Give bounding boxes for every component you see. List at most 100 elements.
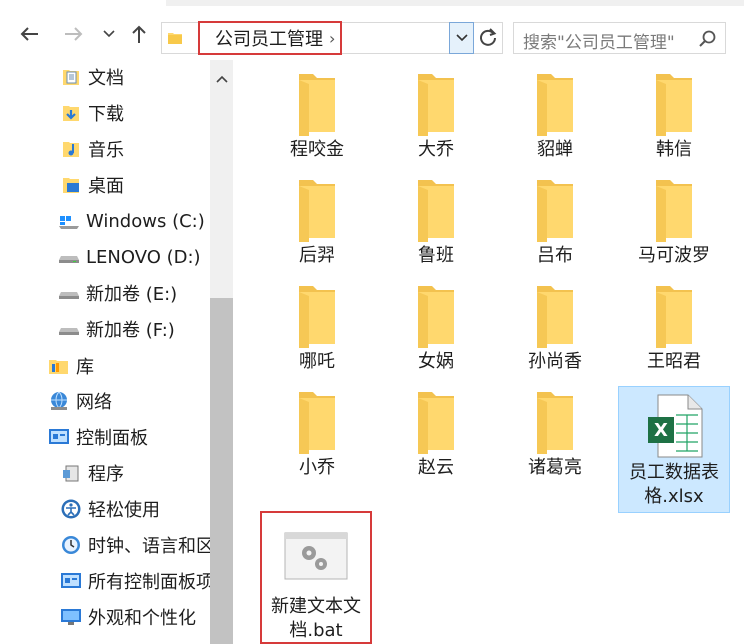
folder-item[interactable]: 赵云 — [380, 388, 492, 488]
address-bar[interactable]: 公司员工管理 › — [161, 21, 503, 55]
file-name: 赵云 — [418, 457, 454, 478]
folder-icon — [299, 74, 335, 136]
ease-of-access-icon — [60, 498, 82, 520]
sidebar-item-label: 桌面 — [88, 176, 124, 197]
folder-item[interactable]: 小乔 — [261, 388, 373, 488]
folder-item[interactable]: 诸葛亮 — [499, 388, 611, 488]
recent-locations-chevron-icon[interactable] — [97, 22, 121, 46]
music-folder-icon — [60, 138, 82, 160]
navigation-pane-scrollbar[interactable] — [210, 60, 233, 644]
search-box[interactable]: 搜索"公司员工管理" — [513, 22, 726, 54]
sidebar-item-label: LENOVO (D:) — [86, 246, 201, 268]
network-icon — [48, 390, 70, 412]
sidebar-item-libraries[interactable]: 库 — [48, 348, 210, 384]
sidebar-item-label: 下载 — [88, 104, 124, 125]
drive-icon — [58, 246, 80, 268]
windows-drive-icon — [58, 210, 80, 232]
file-name: 孙尚香 — [528, 351, 582, 372]
folder-item[interactable]: 程咬金 — [261, 70, 373, 170]
folder-icon — [299, 180, 335, 242]
bat-file-item[interactable]: 新建文本文档.bat — [260, 511, 372, 644]
appearance-icon — [60, 606, 82, 628]
sidebar-item-downloads[interactable]: 下载 — [60, 95, 210, 131]
up-arrow-icon[interactable] — [127, 22, 151, 46]
scroll-up-icon[interactable] — [216, 68, 228, 87]
svg-text:X: X — [654, 420, 668, 441]
library-icon — [48, 355, 70, 377]
address-dropdown-button[interactable] — [449, 22, 474, 54]
navigation-pane: 文档 下载 音乐 桌面 Windows (C:) LENOVO (D:) 新加卷… — [0, 60, 210, 644]
folder-item[interactable]: 哪吒 — [261, 282, 373, 382]
folder-icon — [656, 74, 692, 136]
sidebar-item-all-control-panel[interactable]: 所有控制面板项 — [60, 563, 210, 599]
file-name: 程咬金 — [290, 139, 344, 160]
drive-icon — [58, 318, 80, 340]
folder-item[interactable]: 孙尚香 — [499, 282, 611, 382]
folder-item[interactable]: 鲁班 — [380, 176, 492, 276]
control-panel-icon — [48, 426, 70, 448]
folder-item[interactable]: 女娲 — [380, 282, 492, 382]
all-control-panel-icon — [60, 570, 82, 592]
forward-arrow-icon[interactable] — [62, 22, 86, 46]
folder-icon — [537, 392, 573, 454]
scrollbar-thumb[interactable] — [210, 298, 233, 644]
folder-icon — [656, 180, 692, 242]
sidebar-item-lenovo-d[interactable]: LENOVO (D:) — [58, 239, 210, 275]
file-name: 貂蝉 — [537, 139, 573, 160]
file-name: 鲁班 — [418, 245, 454, 266]
folder-item[interactable]: 大乔 — [380, 70, 492, 170]
programs-icon — [60, 462, 82, 484]
breadcrumb-current[interactable]: 公司员工管理 — [215, 25, 323, 51]
desktop-folder-icon — [60, 174, 82, 196]
excel-file-icon: X — [648, 394, 703, 458]
folder-icon — [537, 74, 573, 136]
file-name: 诸葛亮 — [528, 457, 582, 478]
folder-icon — [299, 392, 335, 454]
breadcrumb-separator[interactable]: › — [329, 29, 335, 48]
file-name: 新建文本文档.bat — [271, 596, 361, 641]
folder-item[interactable]: 吕布 — [499, 176, 611, 276]
folder-item[interactable]: 貂蝉 — [499, 70, 611, 170]
file-name: 马可波罗 — [638, 245, 710, 266]
drive-icon — [58, 282, 80, 304]
file-name: 大乔 — [418, 139, 454, 160]
file-name: 哪吒 — [299, 351, 335, 372]
sidebar-item-volume-e[interactable]: 新加卷 (E:) — [58, 275, 210, 311]
sidebar-item-music[interactable]: 音乐 — [60, 131, 210, 167]
sidebar-item-ease-of-access[interactable]: 轻松使用 — [60, 491, 210, 527]
sidebar-item-appearance[interactable]: 外观和个性化 — [60, 599, 210, 635]
sidebar-item-programs[interactable]: 程序 — [60, 455, 210, 491]
sidebar-item-label: 所有控制面板项 — [88, 572, 210, 593]
chevron-down-icon — [455, 34, 468, 42]
sidebar-item-desktop[interactable]: 桌面 — [60, 167, 210, 203]
back-arrow-icon[interactable] — [17, 22, 41, 46]
file-name: 后羿 — [299, 245, 335, 266]
file-list: 程咬金 大乔 貂蝉 韩信后羿 鲁班 吕布 马可波罗哪吒 女娲 孙尚香 王昭君小乔 赵云 诸葛亮 X 员工数… — [233, 60, 744, 644]
folder-icon — [167, 30, 183, 50]
sidebar-item-control-panel[interactable]: 控制面板 — [48, 419, 210, 455]
refresh-icon[interactable] — [478, 27, 498, 53]
sidebar-item-documents[interactable]: 文档 — [60, 60, 210, 95]
sidebar-item-network[interactable]: 网络 — [48, 383, 210, 419]
file-name: 韩信 — [656, 139, 692, 160]
file-name: 王昭君 — [647, 351, 701, 372]
file-name: 女娲 — [418, 351, 454, 372]
folder-item[interactable]: 后羿 — [261, 176, 373, 276]
folder-item[interactable]: 韩信 — [618, 70, 730, 170]
sidebar-item-label: 外观和个性化 — [88, 608, 196, 629]
search-placeholder: 搜索"公司员工管理" — [523, 33, 675, 53]
search-icon[interactable] — [699, 30, 717, 52]
sidebar-item-windows-c[interactable]: Windows (C:) — [58, 203, 210, 239]
downloads-folder-icon — [60, 102, 82, 124]
bat-file-icon — [284, 532, 348, 580]
folder-item[interactable]: 王昭君 — [618, 282, 730, 382]
sidebar-item-label: 新加卷 (E:) — [86, 284, 178, 305]
sidebar-item-label: 网络 — [76, 392, 112, 413]
sidebar-item-clock-region[interactable]: 时钟、语言和区 — [60, 527, 210, 563]
folder-item[interactable]: 马可波罗 — [618, 176, 730, 276]
breadcrumb[interactable]: 公司员工管理 › — [198, 21, 342, 55]
sidebar-item-volume-f[interactable]: 新加卷 (F:) — [58, 311, 210, 347]
folder-icon — [418, 74, 454, 136]
excel-file-item[interactable]: X 员工数据表格.xlsx — [618, 386, 730, 513]
sidebar-item-label: 控制面板 — [76, 428, 148, 449]
